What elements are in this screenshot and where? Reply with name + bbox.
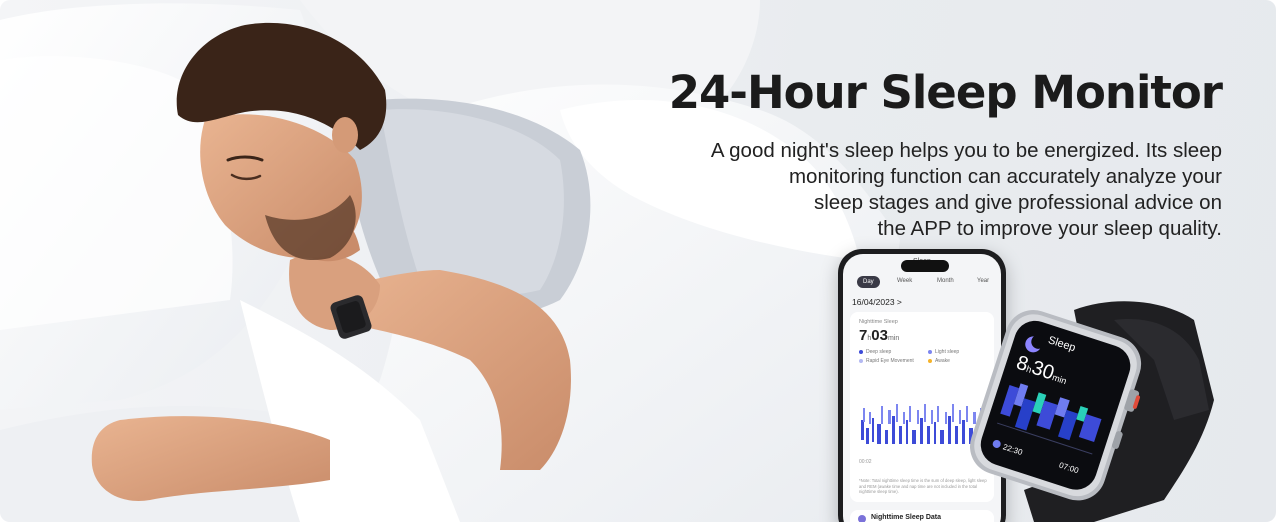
tab-day[interactable]: Day — [857, 276, 880, 288]
description-line: the APP to improve your sleep quality. — [877, 217, 1222, 240]
headline: 24-Hour Sleep Monitor — [668, 66, 1223, 119]
light-sleep-dot — [928, 349, 932, 354]
dynamic-island — [901, 260, 949, 272]
total-minutes: 03 — [871, 327, 888, 344]
description: A good night's sleep helps you to be ene… — [662, 138, 1222, 242]
legend-deep-sleep: Deep sleep — [859, 349, 891, 355]
description-line: A good night's sleep helps you to be ene… — [710, 139, 1222, 162]
tab-year[interactable]: Year — [977, 278, 989, 284]
tab-month[interactable]: Month — [937, 278, 954, 284]
description-line: monitoring function can accurately analy… — [788, 165, 1222, 188]
deep-sleep-dot — [859, 349, 863, 354]
legend-rem: Rapid Eye Movement — [859, 358, 914, 364]
moon-icon — [858, 515, 866, 522]
minutes-unit: min — [887, 335, 900, 342]
awake-dot — [928, 358, 932, 363]
smartwatch: Sleep 8h30min 22:30 07:00 — [969, 301, 1214, 522]
legend-light-sleep: Light sleep — [928, 349, 959, 355]
rem-dot — [859, 358, 863, 363]
card-title: Nighttime Sleep — [859, 319, 898, 325]
legend-awake: Awake — [928, 358, 950, 364]
graph-axis-start: 00:02 — [859, 459, 872, 465]
description-line: sleep stages and give professional advic… — [814, 191, 1222, 214]
total-sleep-time: 7h03min — [859, 327, 899, 344]
date-selector[interactable]: 16/04/2023 > — [852, 297, 902, 307]
sleep-monitor-banner: 24-Hour Sleep Monitor A good night's sle… — [0, 0, 1276, 522]
tab-week[interactable]: Week — [897, 278, 912, 284]
period-tabs: Day Week Month Year — [851, 276, 993, 292]
data-card-label: Nighttime Sleep Data — [871, 514, 942, 521]
